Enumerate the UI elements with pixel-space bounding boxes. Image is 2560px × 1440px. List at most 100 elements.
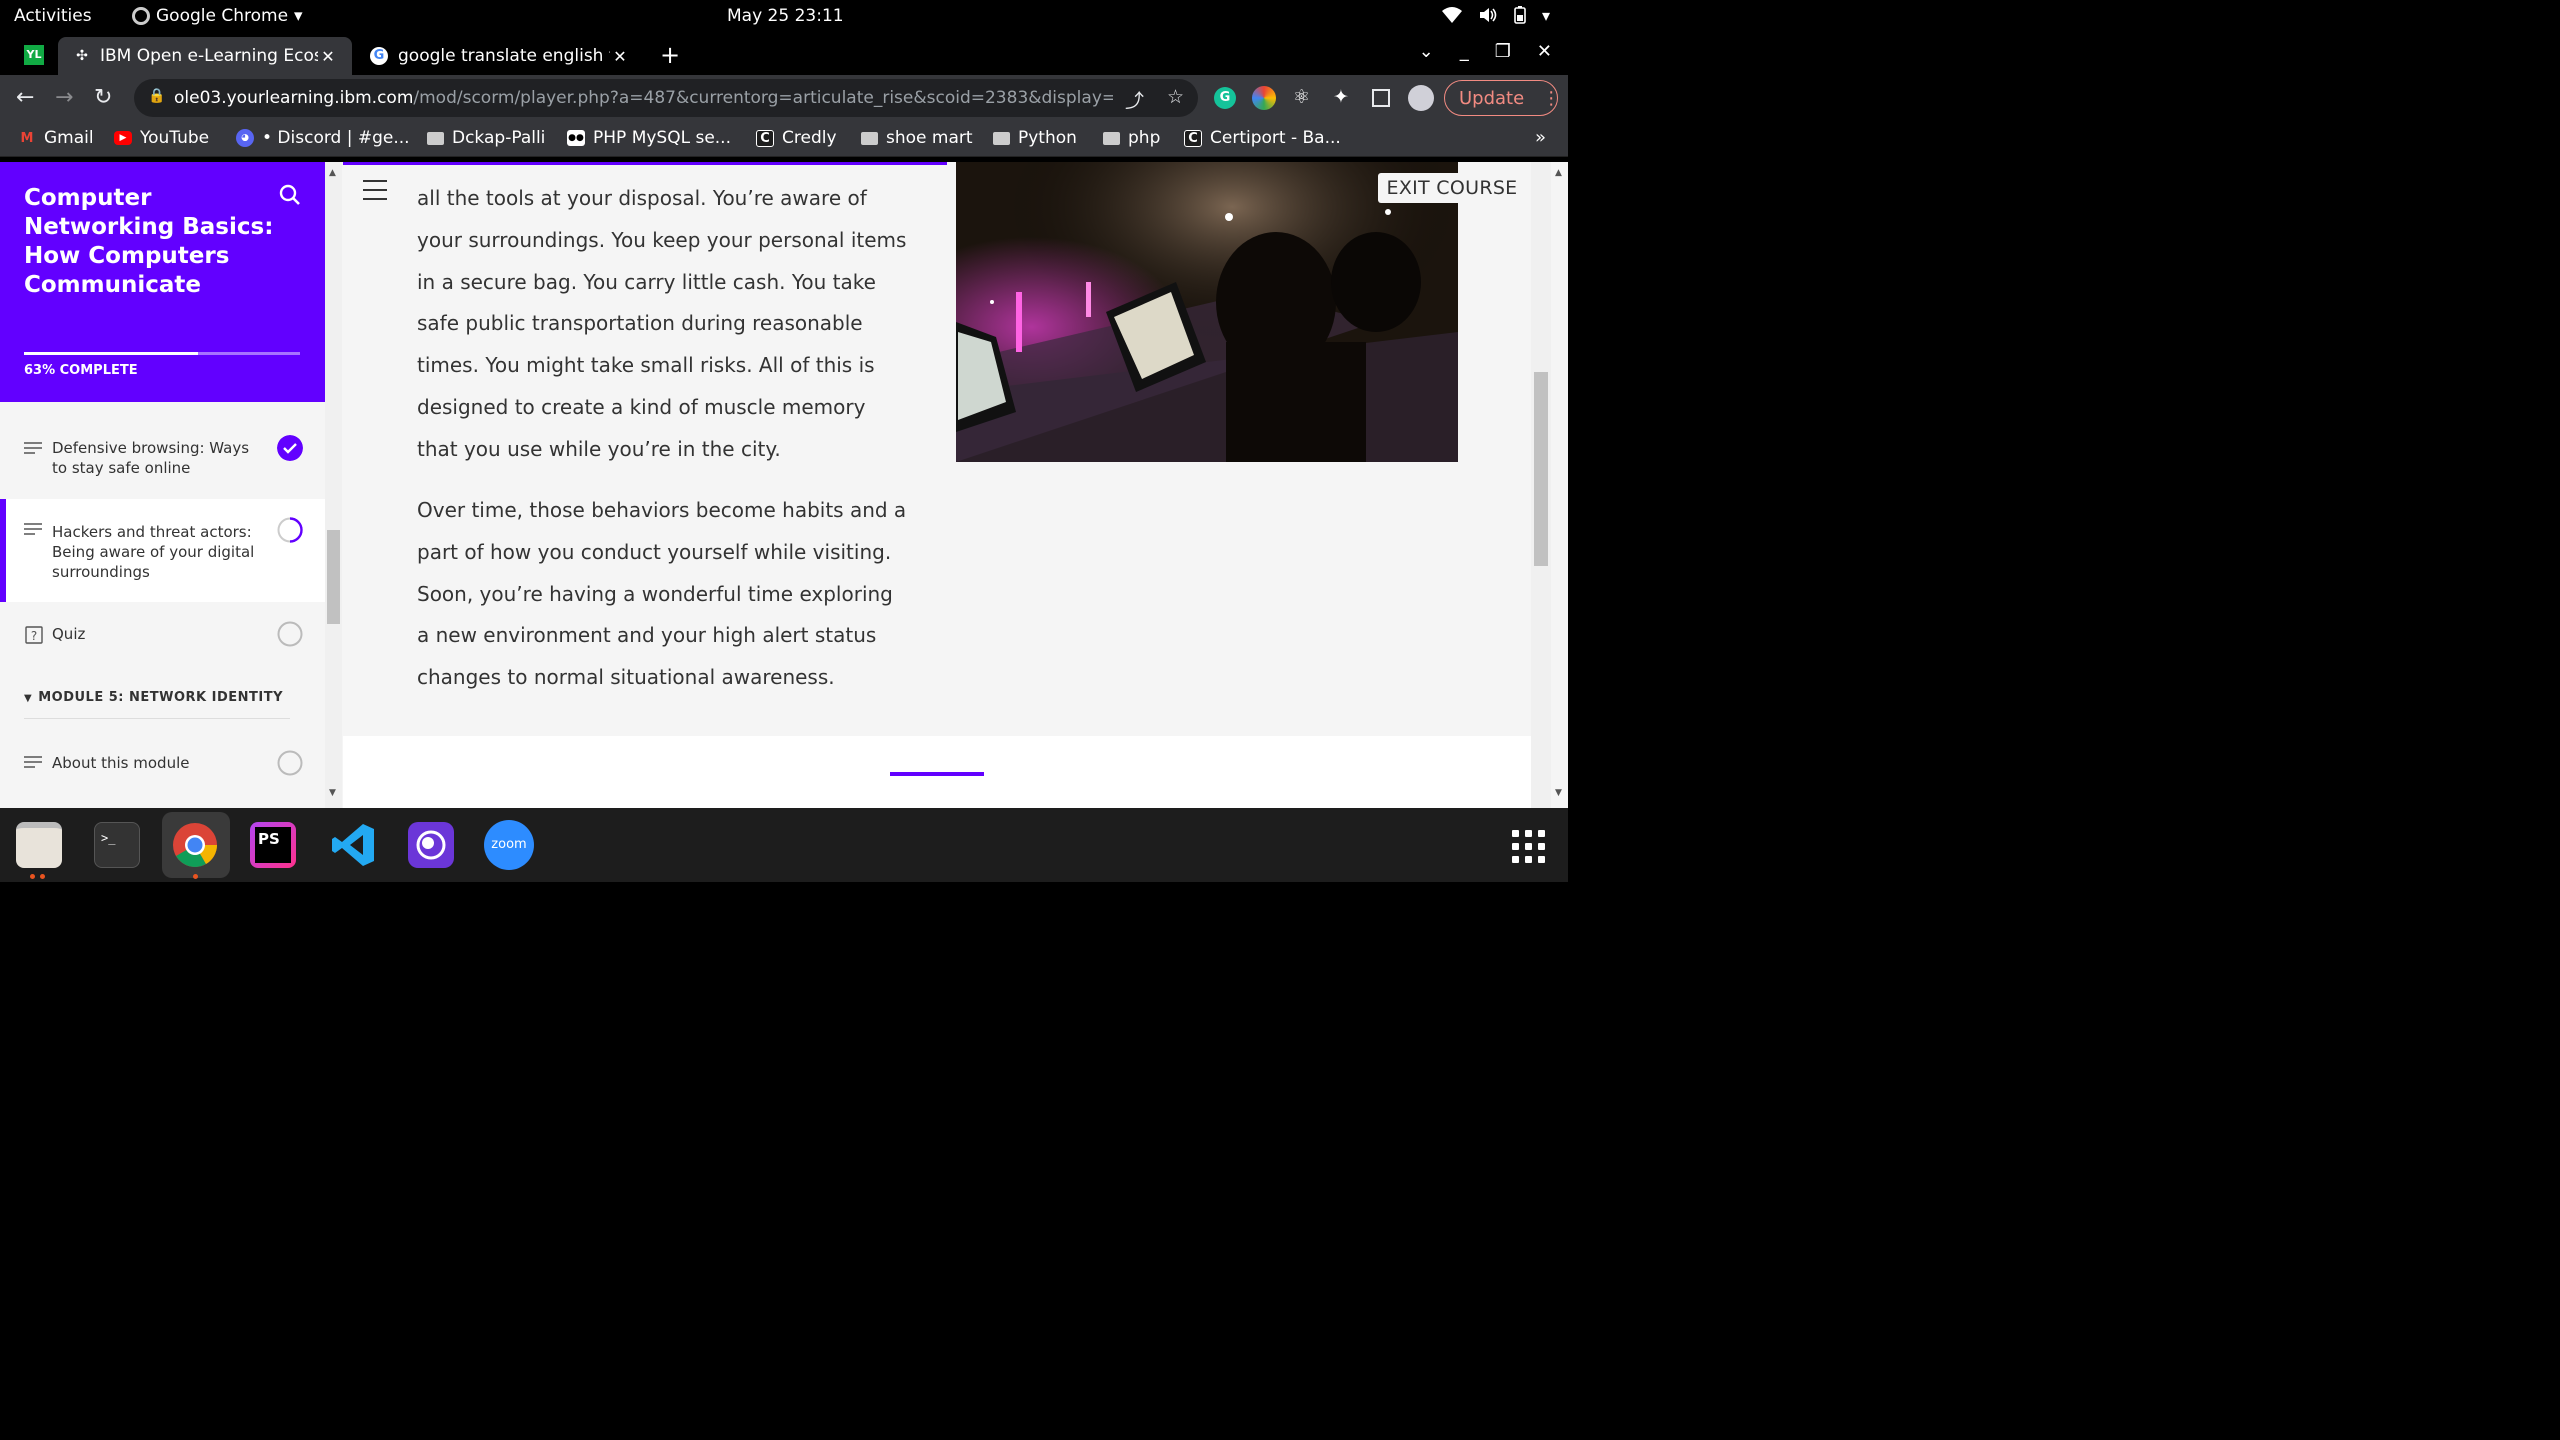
- folder-icon: [1103, 131, 1120, 145]
- course-progress-label: 63% COMPLETE: [24, 363, 138, 378]
- caret-down-icon: ▼: [24, 693, 33, 704]
- lesson-hackers-threat-actors[interactable]: Hackers and threat actors: Being aware o…: [0, 499, 325, 602]
- profile-avatar[interactable]: [1408, 85, 1434, 111]
- chevron-down-icon[interactable]: ⌄: [1419, 41, 1434, 62]
- files-icon[interactable]: [16, 822, 62, 868]
- svg-text:?: ?: [31, 629, 37, 643]
- extensions-puzzle-icon[interactable]: ✦: [1333, 86, 1349, 108]
- system-tray[interactable]: ▾: [1441, 6, 1550, 25]
- youtube-icon: ▶: [114, 131, 132, 145]
- page-scrollbar[interactable]: ▲ ▼: [1551, 162, 1568, 808]
- restore-icon[interactable]: ❐: [1495, 41, 1511, 62]
- bookmarks-bar: M Gmail ▶ YouTube ◕ • Discord | #ge... Dcka…: [0, 121, 1568, 157]
- bookmark-dckap-palli[interactable]: Dckap-Palli: [427, 128, 545, 148]
- quiz-icon: ?: [25, 626, 43, 644]
- update-button[interactable]: Update ⋮: [1444, 80, 1561, 116]
- content-scroll-thumb[interactable]: [1534, 372, 1548, 566]
- yourlearning-icon[interactable]: YL: [24, 45, 44, 65]
- lesson-label: Hackers and threat actors: Being aware o…: [52, 523, 255, 581]
- bookmark-php[interactable]: php: [1103, 128, 1160, 148]
- chevron-down-icon: ▾: [1541, 6, 1550, 25]
- bookmark-gmail[interactable]: M Gmail: [18, 128, 94, 148]
- terminal-icon[interactable]: >_: [94, 822, 140, 868]
- show-applications-icon[interactable]: [1512, 830, 1545, 863]
- lesson-label: About this module: [52, 754, 190, 772]
- course-progress-fill: [24, 352, 198, 355]
- back-icon[interactable]: ←: [16, 85, 34, 110]
- bookmark-label: Dckap-Palli: [452, 128, 546, 148]
- bookmark-label: PHP MySQL se...: [593, 128, 731, 148]
- chrome-icon[interactable]: [172, 822, 218, 868]
- activities-button[interactable]: Activities: [14, 6, 92, 26]
- course-sidebar: Computer Networking Basics: How Computer…: [0, 162, 325, 808]
- address-bar[interactable]: 🔒 ole03.yourlearning.ibm.com /mod/scorm/…: [134, 79, 1198, 117]
- zoom-icon[interactable]: zoom: [484, 820, 534, 870]
- bookmark-label: YouTube: [140, 128, 210, 148]
- tab-google-translate[interactable]: G google translate english t ✕: [356, 37, 644, 75]
- react-devtools-icon[interactable]: ⚛: [1293, 86, 1310, 108]
- new-tab-button[interactable]: +: [660, 41, 680, 69]
- scroll-up-icon[interactable]: ▲: [1555, 168, 1562, 178]
- scroll-down-icon[interactable]: ▼: [329, 788, 336, 798]
- bookmark-star-icon[interactable]: ☆: [1167, 86, 1184, 108]
- more-vert-icon: ⋮: [1542, 87, 1561, 109]
- screen-recorder-icon[interactable]: [408, 822, 454, 868]
- bookmark-label: • Discord | #ge...: [262, 128, 410, 148]
- scroll-down-icon[interactable]: ▼: [1555, 788, 1562, 798]
- exit-course-button[interactable]: EXIT COURSE: [1378, 173, 1526, 203]
- bookmark-php-mysql[interactable]: ●● PHP MySQL se...: [567, 128, 731, 148]
- bookmark-certiport[interactable]: C Certiport - Ba...: [1184, 128, 1341, 148]
- close-icon[interactable]: ✕: [1537, 41, 1552, 62]
- gmail-icon: M: [20, 130, 34, 146]
- tab-ibm-elearning[interactable]: ✣ IBM Open e-Learning Ecos ✕: [58, 37, 352, 75]
- course-progress-bar: [24, 352, 300, 355]
- ibm-favicon-icon: ✣: [76, 48, 88, 64]
- browser-toolbar: ← → ↻ 🔒 ole03.yourlearning.ibm.com /mod/…: [0, 75, 1568, 121]
- bookmarks-overflow-icon[interactable]: »: [1535, 127, 1546, 148]
- scroll-up-icon[interactable]: ▲: [329, 168, 336, 178]
- search-icon[interactable]: [279, 184, 301, 206]
- bookmark-credly[interactable]: C Credly: [756, 128, 837, 148]
- bookmark-label: Gmail: [44, 128, 94, 148]
- bookmark-discord[interactable]: ◕ • Discord | #ge...: [236, 128, 410, 148]
- content-scrollbar[interactable]: [1531, 162, 1551, 808]
- lesson-label: Quiz: [52, 625, 86, 643]
- clock[interactable]: May 25 23:11: [727, 6, 844, 26]
- bookmark-python[interactable]: Python: [993, 128, 1077, 148]
- bookmark-shoe-mart[interactable]: shoe mart: [861, 128, 973, 148]
- tab-title: IBM Open e-Learning Ecos: [100, 46, 318, 66]
- tab-strip: YL ✣ IBM Open e-Learning Ecos ✕ G google…: [0, 33, 1568, 75]
- lesson-defensive-browsing[interactable]: Defensive browsing: Ways to stay safe on…: [0, 402, 325, 499]
- lesson-paragraph-1: all the tools at your disposal. You’re a…: [417, 186, 907, 461]
- lesson-quiz[interactable]: ? Quiz: [0, 602, 325, 668]
- color-picker-extension-icon[interactable]: [1252, 86, 1276, 110]
- bookmark-youtube[interactable]: ▶ YouTube: [114, 128, 209, 148]
- app-menu[interactable]: Google Chrome ▾: [132, 6, 303, 26]
- reload-icon[interactable]: ↻: [94, 85, 112, 110]
- text-lines-icon: [24, 442, 42, 454]
- lesson-paragraph-2: Over time, those behaviors become habits…: [417, 498, 907, 690]
- system-top-bar: Activities Google Chrome ▾ May 25 23:11 …: [0, 0, 1568, 33]
- module-label: MODULE 5: NETWORK IDENTITY: [38, 690, 284, 705]
- close-icon[interactable]: ✕: [318, 47, 338, 66]
- module-5-header[interactable]: ▼ MODULE 5: NETWORK IDENTITY: [24, 690, 283, 705]
- close-icon[interactable]: ✕: [610, 47, 630, 66]
- tab-title: google translate english t: [398, 46, 610, 66]
- sidebar-scroll-thumb[interactable]: [327, 530, 340, 624]
- running-indicator: [40, 874, 45, 879]
- credly-icon: C: [756, 129, 774, 147]
- share-icon[interactable]: ⤴: [1125, 86, 1144, 113]
- forward-icon[interactable]: →: [55, 85, 73, 110]
- bookmark-label: shoe mart: [886, 128, 973, 148]
- menu-icon[interactable]: [363, 180, 387, 207]
- ubuntu-dock: >_ PS zoom: [0, 808, 1568, 882]
- minimize-icon[interactable]: _: [1460, 41, 1469, 62]
- phpstorm-icon[interactable]: PS: [250, 822, 296, 868]
- vscode-icon[interactable]: [330, 822, 376, 868]
- side-panel-icon[interactable]: [1372, 89, 1390, 107]
- grammarly-icon[interactable]: G: [1214, 87, 1236, 109]
- lesson-about-this-module[interactable]: About this module: [0, 732, 325, 794]
- sidebar-scrollbar[interactable]: ▲ ▼: [325, 162, 342, 808]
- course-page: Computer Networking Basics: How Computer…: [0, 162, 1568, 808]
- url-host: ole03.yourlearning.ibm.com: [174, 88, 414, 108]
